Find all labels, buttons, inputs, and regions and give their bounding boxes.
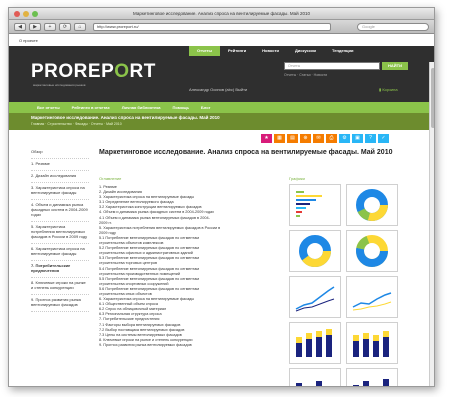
window-controls xyxy=(14,11,38,17)
forward-button[interactable]: ▶ xyxy=(29,22,41,31)
add-bookmark-button[interactable]: + xyxy=(44,22,56,31)
nav-news[interactable]: Новости xyxy=(254,46,287,56)
page-title: Маркетинговое исследование. Анализ спрос… xyxy=(99,149,393,156)
nav-trends[interactable]: Тенденции xyxy=(324,46,361,56)
sidebar-item-forecast[interactable]: 9. Прогноз развития рынка вентилируемых … xyxy=(31,295,89,312)
toc-item[interactable]: 9. Прогноз развития рынка вентилируемых … xyxy=(99,343,279,348)
browser-toolbar: ◀ ▶ + ⟳ ⌂ http://www.proreport.ru/ Googl… xyxy=(9,20,434,34)
grid-icon[interactable]: ▣ xyxy=(352,134,363,143)
table-icon[interactable]: ▤ xyxy=(287,134,298,143)
page-scrollbar[interactable] xyxy=(429,62,434,386)
chart-thumbnail-stacked-bars[interactable] xyxy=(289,322,341,364)
sidebar-item-design[interactable]: 2. Дизайн исследования xyxy=(31,171,89,183)
sidebar-item-preferences[interactable]: 7. Потребительские предпочтения xyxy=(31,261,89,278)
nav-report-ratings[interactable]: Рейтинги в отчетах xyxy=(66,102,116,113)
settings-icon[interactable]: ⚙ xyxy=(339,134,350,143)
site-logo[interactable]: PROREPORT xyxy=(31,61,156,83)
cart-link[interactable]: ▮ Корзина xyxy=(379,87,398,92)
sidebar-item-market-volume[interactable]: 4. Объем и динамика рынка фасадных систе… xyxy=(31,200,89,222)
chart-icon[interactable]: ▦ xyxy=(274,134,285,143)
web-page: О проекте PROREPORT маркетинговые исслед… xyxy=(9,35,434,386)
page-heading-bar: Маркетинговое исследование. Анализ спрос… xyxy=(9,113,434,130)
address-bar[interactable]: http://www.proreport.ru/ xyxy=(93,22,331,31)
top-utility-bar: О проекте xyxy=(9,35,434,46)
report-tools: ★ ▦ ▤ ⊕ ✉ ⎙ ⚙ ▣ ? ✓ xyxy=(261,134,389,143)
check-icon[interactable]: ✓ xyxy=(378,134,389,143)
chart-thumbnail-donut[interactable] xyxy=(346,184,398,226)
close-window-button[interactable] xyxy=(14,11,20,17)
browser-search-field[interactable]: Google xyxy=(357,22,429,31)
sidebar-item-summary[interactable]: 1. Резюме xyxy=(31,159,89,171)
chart-thumbnail-stacked-bars-2[interactable] xyxy=(346,322,398,364)
home-button[interactable]: ⌂ xyxy=(74,22,86,31)
search-scope[interactable]: Отчеты · Статьи · Новости xyxy=(284,73,327,77)
about-link[interactable]: О проекте xyxy=(19,38,38,43)
chart-thumbnail-bars-4[interactable] xyxy=(346,368,398,386)
site-search-input[interactable]: Отчеты xyxy=(284,62,380,70)
window-title: Маркетинговое исследование. Анализ спрос… xyxy=(133,11,310,16)
mail-icon[interactable]: ✉ xyxy=(313,134,324,143)
site-tagline: маркетинговые исследования рынков xyxy=(33,83,86,87)
nav-help[interactable]: Помощь xyxy=(166,102,194,113)
charts-label: Графики xyxy=(289,176,305,181)
chart-thumbnail-donut-2[interactable] xyxy=(289,230,341,272)
secondary-navigation: Все отчеты Рейтинги в отчетах Личная биб… xyxy=(9,102,434,113)
reload-button[interactable]: ⟳ xyxy=(59,22,71,31)
title-bar: Маркетинговое исследование. Анализ спрос… xyxy=(9,8,434,20)
chart-thumbnail-line[interactable] xyxy=(289,276,341,318)
chart-thumbnails xyxy=(289,184,399,386)
main-navigation: Отчеты Рейтинги Новости Дискуссии Тенден… xyxy=(189,46,361,56)
help-icon[interactable]: ? xyxy=(365,134,376,143)
site-header: PROREPORT маркетинговые исследования рын… xyxy=(9,56,434,102)
maximize-window-button[interactable] xyxy=(32,11,38,17)
sidebar-item-demand-structure[interactable]: 6. Характеристика спроса на вентилируемы… xyxy=(31,244,89,261)
table-of-contents: 1. Резюме 2. Дизайн исследования 3. Характ… xyxy=(99,185,279,348)
heading-bar-title: Маркетинговое исследование. Анализ спрос… xyxy=(31,115,220,120)
report-sidebar: Обзор 1. Резюме 2. Дизайн исследования 3… xyxy=(31,147,89,312)
minimize-window-button[interactable] xyxy=(23,11,29,17)
nav-blog[interactable]: Блог xyxy=(195,102,216,113)
contents-label: Оглавление xyxy=(99,176,122,181)
nav-reports[interactable]: Отчеты xyxy=(189,46,220,56)
add-icon[interactable]: ⊕ xyxy=(300,134,311,143)
chart-thumbnail-line-2[interactable] xyxy=(346,276,398,318)
sidebar-item-key-players[interactable]: 8. Ключевые игроки на рынке и степень ко… xyxy=(31,278,89,295)
sidebar-item-overview[interactable]: Обзор xyxy=(31,147,89,159)
nav-all-reports[interactable]: Все отчеты xyxy=(31,102,66,113)
favorite-icon[interactable]: ★ xyxy=(261,134,272,143)
browser-window: Маркетинговое исследование. Анализ спрос… xyxy=(8,7,435,387)
sidebar-item-demand[interactable]: 3. Характеристика спроса на вентилируемы… xyxy=(31,183,89,200)
report-content: Маркетинговое исследование. Анализ спрос… xyxy=(99,148,409,386)
chart-thumbnail-bars[interactable] xyxy=(289,184,341,226)
back-button[interactable]: ◀ xyxy=(14,22,26,31)
nav-library[interactable]: Личная библиотека xyxy=(116,102,167,113)
search-button[interactable]: НАЙТИ xyxy=(382,62,408,70)
nav-discussions[interactable]: Дискуссии xyxy=(287,46,324,56)
user-account-link[interactable]: Александр Осипов (abc) Выйти xyxy=(189,87,247,92)
nav-ratings[interactable]: Рейтинги xyxy=(220,46,254,56)
sidebar-item-consumption[interactable]: 5. Характеристика потребления вентилируе… xyxy=(31,222,89,244)
scrollbar-thumb[interactable] xyxy=(431,68,434,128)
breadcrumb[interactable]: Главная · Строительство · Фасады · Отчет… xyxy=(31,122,414,126)
chart-thumbnail-donut-3[interactable] xyxy=(346,230,398,272)
chart-thumbnail-bars-3[interactable] xyxy=(289,368,341,386)
print-icon[interactable]: ⎙ xyxy=(326,134,337,143)
